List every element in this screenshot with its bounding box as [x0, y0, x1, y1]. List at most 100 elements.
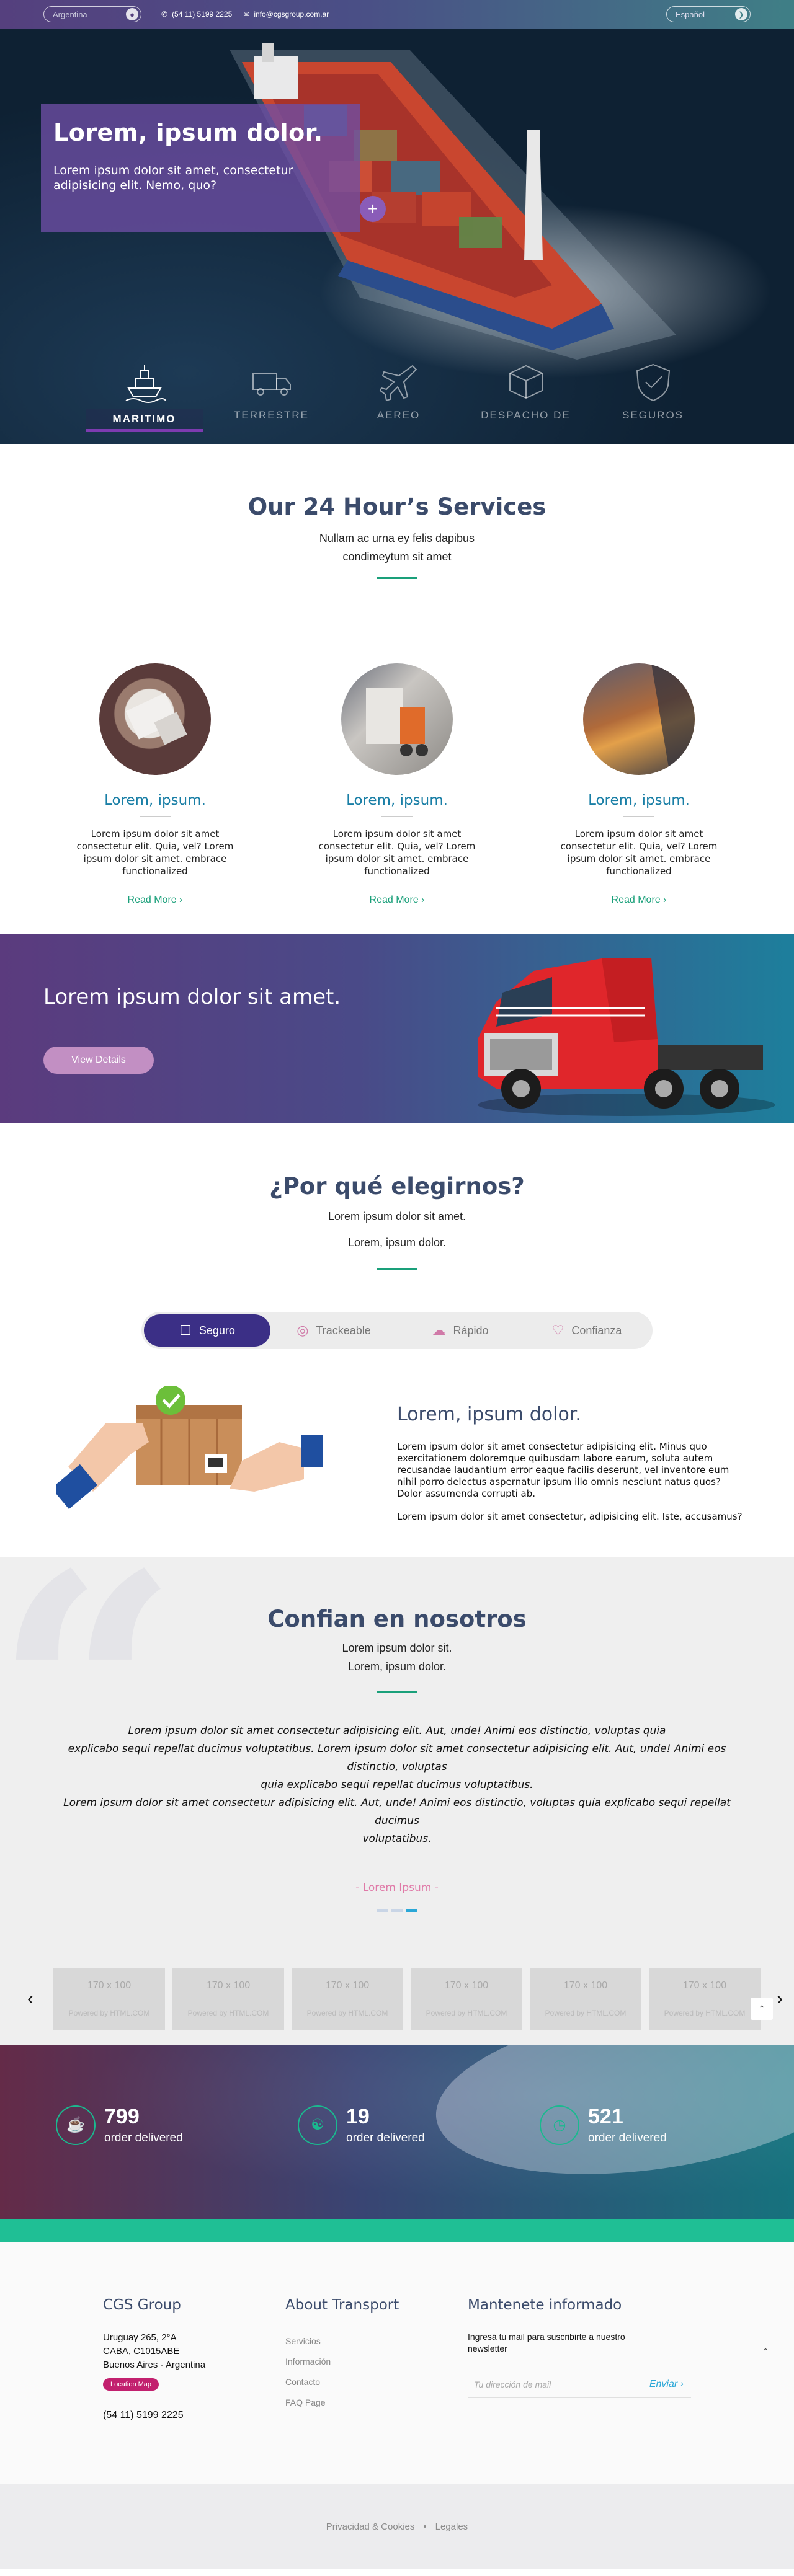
address-line: CABA, C1015ABE [103, 2346, 180, 2357]
hero-card: Lorem, ipsum dolor. Lorem ipsum dolor si… [41, 104, 386, 232]
newsletter-form: Tu dirección de mail Enviar › [468, 2371, 691, 2398]
read-more-label: Read More [127, 895, 177, 905]
why-us-section: ¿Por qué elegirnos? Lorem ipsum dolor si… [0, 1123, 794, 1557]
tracking-icon: ◎ [297, 1322, 309, 1338]
tab-label: Confianza [571, 1324, 622, 1337]
chevron-right-icon: › [680, 2378, 684, 2389]
top-bar: Argentina ● ✆ (54 11) 5199 2225 ✉ info@c… [0, 0, 794, 29]
logo-powered-text: Powered by HTML.COM [545, 2009, 627, 2017]
client-logo: 170 x 100 Powered by HTML.COM [411, 1968, 522, 2030]
chevron-right-icon[interactable]: › [770, 1988, 789, 2009]
carousel-dot[interactable] [391, 1909, 403, 1912]
carousel-dot[interactable] [377, 1909, 388, 1912]
section-title: Our 24 Hour’s Services [248, 494, 546, 520]
tab-confianza[interactable]: ♡ Confianza [524, 1314, 650, 1347]
tab-seguro[interactable]: ☐ Seguro [144, 1314, 270, 1347]
tab-aereo[interactable]: AEREO [335, 360, 462, 432]
logo-powered-text: Powered by HTML.COM [426, 2009, 507, 2017]
title-underline [377, 1691, 417, 1693]
tab-despacho[interactable]: DESPACHO DE [462, 360, 589, 432]
logo-size-text: 170 x 100 [206, 1980, 251, 1991]
hero-text: Lorem ipsum dolor sit amet, consectetur … [53, 164, 293, 192]
chevron-right-icon: › [179, 895, 183, 905]
tab-rapido[interactable]: ☁ Rápido [397, 1314, 524, 1347]
box-hand-icon: ☕ [56, 2105, 96, 2145]
hero-plus-button[interactable]: + [360, 196, 386, 222]
privacy-link[interactable]: Privacidad & Cookies [326, 2521, 415, 2532]
newsletter-text: Ingresá tu mail para suscribirte a nuest… [468, 2332, 625, 2353]
tab-label: AEREO [377, 409, 421, 421]
contact-email[interactable]: ✉ info@cgsgroup.com.ar [243, 10, 329, 19]
tab-seguros[interactable]: SEGUROS [589, 360, 716, 432]
address-line: Uruguay 265, 2°A [103, 2332, 177, 2343]
tab-trackeable[interactable]: ◎ Trackeable [270, 1314, 397, 1347]
read-more-label: Read More [369, 895, 419, 905]
truck-photo [99, 663, 211, 775]
read-more-link[interactable]: Read More › [546, 895, 732, 906]
footer-link-contacto[interactable]: Contacto [285, 2372, 468, 2392]
back-to-top-button[interactable]: ⌃ [751, 1998, 773, 2020]
address-line: Buenos Aires - Argentina [103, 2360, 206, 2370]
promo-banner: Lorem ipsum dolor sit amet. View Details [0, 934, 794, 1123]
service-card: Lorem, ipsum. Lorem ipsum dolor sit amet… [62, 663, 248, 906]
footer-link-faq[interactable]: FAQ Page [285, 2392, 468, 2413]
stat-value: 19 [346, 2105, 370, 2128]
section-subtitle: Lorem, ipsum dolor. [347, 1236, 447, 1249]
client-logo: 170 x 100 Powered by HTML.COM [530, 1968, 641, 2030]
email-input[interactable]: Tu dirección de mail [468, 2379, 551, 2389]
globe-icon: ● [126, 8, 138, 20]
language-select-value: Español [676, 9, 705, 19]
service-card: Lorem, ipsum. Lorem ipsum dolor sit amet… [546, 663, 732, 906]
service-card: Lorem, ipsum. Lorem ipsum dolor sit amet… [304, 663, 490, 906]
language-select[interactable]: Español ❯ [666, 6, 751, 22]
view-details-button[interactable]: View Details [43, 1047, 154, 1074]
chevron-up-icon: ⌃ [758, 2003, 765, 2014]
logo-size-text: 170 x 100 [682, 1980, 727, 1991]
airplane-icon [379, 365, 417, 402]
location-map-button[interactable]: Location Map [103, 2378, 159, 2391]
quote-line: Lorem ipsum dolor sit amet consectetur a… [128, 1725, 666, 1737]
testimonial-quote: Lorem ipsum dolor sit amet consectetur a… [50, 1722, 744, 1848]
card-text: Lorem ipsum dolor sit amet consectetur e… [76, 828, 234, 877]
stat-item: ☯ 19 order delivered [298, 2105, 425, 2145]
stats-section: ☕ 799 order delivered ☯ 19 order deliver… [0, 2045, 794, 2219]
logo-powered-text: Powered by HTML.COM [664, 2009, 746, 2017]
chevron-left-icon[interactable]: ‹ [21, 1988, 40, 2009]
section-title: ¿Por qué elegirnos? [269, 1173, 525, 1200]
card-divider [623, 816, 654, 817]
stat-value: 799 [104, 2105, 140, 2128]
services-section: Our 24 Hour’s Services Nullam ac urna ey… [0, 444, 794, 934]
phone-text: (54 11) 5199 2225 [172, 10, 233, 19]
footer-link-servicios[interactable]: Servicios [285, 2331, 468, 2352]
feature-title: Lorem, ipsum dolor. [397, 1404, 581, 1425]
logo-powered-text: Powered by HTML.COM [187, 2009, 269, 2017]
shield-check-icon [636, 363, 670, 402]
footer-company: CGS Group Uruguay 265, 2°A CABA, C1015AB… [103, 2297, 285, 2484]
card-text: Lorem ipsum dolor sit amet consectetur e… [560, 828, 718, 877]
chevron-right-icon: ❯ [735, 8, 747, 20]
read-more-label: Read More [611, 895, 661, 905]
feature-paragraph: Lorem ipsum dolor sit amet consectetur a… [397, 1441, 729, 1499]
section-subtitle: Lorem, ipsum dolor. [347, 1660, 447, 1673]
read-more-link[interactable]: Read More › [62, 895, 248, 906]
package-icon [509, 365, 543, 399]
send-button[interactable]: Enviar › [649, 2379, 691, 2390]
carousel-dots [0, 1909, 794, 1912]
logo-powered-text: Powered by HTML.COM [68, 2009, 150, 2017]
stat-label: order delivered [104, 2131, 183, 2144]
section-subtitle: Nullam ac urna ey felis dapibus [319, 532, 475, 544]
quote-line: Lorem ipsum dolor sit amet consectetur a… [63, 1797, 731, 1827]
footer-newsletter: Mantenete informado Ingresá tu mail para… [468, 2297, 691, 2484]
footer-link-informacion[interactable]: Información [285, 2352, 468, 2372]
read-more-link[interactable]: Read More › [304, 895, 490, 906]
tab-label: Trackeable [316, 1324, 371, 1337]
carousel-dot-active[interactable] [406, 1909, 417, 1912]
scroll-up-icon[interactable]: ⌃ [762, 2347, 769, 2357]
logo-size-text: 170 x 100 [87, 1980, 132, 1991]
legal-link[interactable]: Legales [435, 2521, 468, 2532]
country-select[interactable]: Argentina ● [43, 6, 141, 22]
green-divider-band [0, 2219, 794, 2242]
tab-maritimo[interactable]: MARITIMO [81, 360, 208, 432]
tab-terrestre[interactable]: TERRESTRE [208, 360, 335, 432]
contact-phone[interactable]: ✆ (54 11) 5199 2225 [161, 10, 232, 19]
